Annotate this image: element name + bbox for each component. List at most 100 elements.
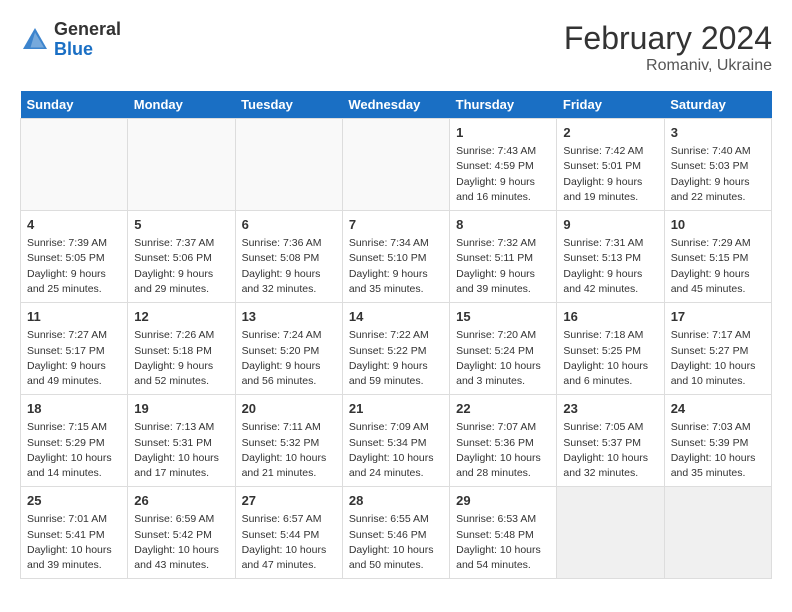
day-info: Sunrise: 7:01 AM Sunset: 5:41 PM Dayligh… [27,512,121,573]
weekday-header: Saturday [664,91,771,119]
calendar-cell: 21 Sunrise: 7:09 AM Sunset: 5:34 PM Dayli… [342,395,449,487]
calendar-cell: 8 Sunrise: 7:32 AM Sunset: 5:11 PM Daylig… [450,211,557,303]
day-info: Sunrise: 7:29 AM Sunset: 5:15 PM Dayligh… [671,236,765,297]
day-number: 20 [242,400,336,418]
page-header: General Blue February 2024 Romaniv, Ukra… [20,20,772,75]
calendar-cell [342,119,449,211]
day-info: Sunrise: 7:05 AM Sunset: 5:37 PM Dayligh… [563,420,657,481]
calendar-cell: 7Sunrise: 7:34 AM Sunset: 5:10 PM Daylig… [342,211,449,303]
day-info: Sunrise: 7:15 AM Sunset: 5:29 PM Dayligh… [27,420,121,481]
day-info: Sunrise: 7:17 AM Sunset: 5:27 PM Dayligh… [671,328,765,389]
calendar-cell [557,487,664,579]
day-info: Sunrise: 7:18 AM Sunset: 5:25 PM Dayligh… [563,328,657,389]
logo-general-text: General [54,19,121,39]
day-number: 3 [671,124,765,142]
day-number: 25 [27,492,121,510]
logo-blue-text: Blue [54,39,93,59]
weekday-header: Sunday [21,91,128,119]
calendar-week-row: 11Sunrise: 7:27 AM Sunset: 5:17 PM Dayli… [21,303,772,395]
calendar-cell: 24 Sunrise: 7:03 AM Sunset: 5:39 PM Dayli… [664,395,771,487]
day-info: Sunrise: 7:09 AM Sunset: 5:34 PM Dayligh… [349,420,443,481]
day-number: 22 [456,400,550,418]
weekday-header-row: SundayMondayTuesdayWednesdayThursdayFrid… [21,91,772,119]
day-info: Sunrise: 7:37 AM Sunset: 5:06 PM Dayligh… [134,236,228,297]
calendar-cell [128,119,235,211]
calendar-cell: 23 Sunrise: 7:05 AM Sunset: 5:37 PM Dayli… [557,395,664,487]
calendar-cell: 3 Sunrise: 7:40 AM Sunset: 5:03 PM Daylig… [664,119,771,211]
day-info: Sunrise: 7:22 AM Sunset: 5:22 PM Dayligh… [349,328,443,389]
weekday-header: Wednesday [342,91,449,119]
logo-icon [20,25,50,55]
day-info: Sunrise: 7:32 AM Sunset: 5:11 PM Dayligh… [456,236,550,297]
weekday-header: Friday [557,91,664,119]
month-title: February 2024 [564,20,772,57]
day-number: 2 [563,124,657,142]
calendar-cell: 5Sunrise: 7:37 AM Sunset: 5:06 PM Daylig… [128,211,235,303]
calendar-table: SundayMondayTuesdayWednesdayThursdayFrid… [20,91,772,579]
day-number: 11 [27,308,121,326]
logo: General Blue [20,20,121,60]
calendar-week-row: 4 Sunrise: 7:39 AM Sunset: 5:05 PM Daylig… [21,211,772,303]
weekday-header: Monday [128,91,235,119]
calendar-cell: 15Sunrise: 7:20 AM Sunset: 5:24 PM Dayli… [450,303,557,395]
day-number: 13 [242,308,336,326]
day-number: 27 [242,492,336,510]
calendar-cell: 20 Sunrise: 7:11 AM Sunset: 5:32 PM Dayli… [235,395,342,487]
calendar-cell [21,119,128,211]
calendar-cell: 12 Sunrise: 7:26 AM Sunset: 5:18 PM Dayli… [128,303,235,395]
day-info: Sunrise: 7:40 AM Sunset: 5:03 PM Dayligh… [671,144,765,205]
day-info: Sunrise: 7:31 AM Sunset: 5:13 PM Dayligh… [563,236,657,297]
calendar-cell: 13 Sunrise: 7:24 AM Sunset: 5:20 PM Dayli… [235,303,342,395]
day-info: Sunrise: 7:26 AM Sunset: 5:18 PM Dayligh… [134,328,228,389]
day-number: 18 [27,400,121,418]
day-number: 14 [349,308,443,326]
calendar-week-row: 1 Sunrise: 7:43 AM Sunset: 4:59 PM Daylig… [21,119,772,211]
day-number: 10 [671,216,765,234]
calendar-cell [664,487,771,579]
day-number: 24 [671,400,765,418]
calendar-week-row: 18 Sunrise: 7:15 AM Sunset: 5:29 PM Dayli… [21,395,772,487]
day-info: Sunrise: 7:07 AM Sunset: 5:36 PM Dayligh… [456,420,550,481]
calendar-cell: 29Sunrise: 6:53 AM Sunset: 5:48 PM Dayli… [450,487,557,579]
day-info: Sunrise: 7:03 AM Sunset: 5:39 PM Dayligh… [671,420,765,481]
calendar-cell: 14 Sunrise: 7:22 AM Sunset: 5:22 PM Dayli… [342,303,449,395]
day-info: Sunrise: 7:20 AM Sunset: 5:24 PM Dayligh… [456,328,550,389]
day-number: 1 [456,124,550,142]
day-number: 8 [456,216,550,234]
day-info: Sunrise: 6:55 AM Sunset: 5:46 PM Dayligh… [349,512,443,573]
location-title: Romaniv, Ukraine [564,57,772,75]
day-number: 21 [349,400,443,418]
calendar-cell: 16Sunrise: 7:18 AM Sunset: 5:25 PM Dayli… [557,303,664,395]
weekday-header: Thursday [450,91,557,119]
day-info: Sunrise: 7:24 AM Sunset: 5:20 PM Dayligh… [242,328,336,389]
day-number: 12 [134,308,228,326]
calendar-cell [235,119,342,211]
calendar-cell: 17 Sunrise: 7:17 AM Sunset: 5:27 PM Dayli… [664,303,771,395]
day-info: Sunrise: 6:59 AM Sunset: 5:42 PM Dayligh… [134,512,228,573]
calendar-cell: 25 Sunrise: 7:01 AM Sunset: 5:41 PM Dayli… [21,487,128,579]
calendar-cell: 28Sunrise: 6:55 AM Sunset: 5:46 PM Dayli… [342,487,449,579]
day-number: 29 [456,492,550,510]
calendar-cell: 26Sunrise: 6:59 AM Sunset: 5:42 PM Dayli… [128,487,235,579]
day-number: 6 [242,216,336,234]
day-info: Sunrise: 7:39 AM Sunset: 5:05 PM Dayligh… [27,236,121,297]
calendar-cell: 18 Sunrise: 7:15 AM Sunset: 5:29 PM Dayli… [21,395,128,487]
day-number: 23 [563,400,657,418]
calendar-cell: 11Sunrise: 7:27 AM Sunset: 5:17 PM Dayli… [21,303,128,395]
day-number: 19 [134,400,228,418]
calendar-cell: 27Sunrise: 6:57 AM Sunset: 5:44 PM Dayli… [235,487,342,579]
day-number: 4 [27,216,121,234]
calendar-cell: 2 Sunrise: 7:42 AM Sunset: 5:01 PM Daylig… [557,119,664,211]
calendar-cell: 6Sunrise: 7:36 AM Sunset: 5:08 PM Daylig… [235,211,342,303]
day-info: Sunrise: 7:42 AM Sunset: 5:01 PM Dayligh… [563,144,657,205]
day-info: Sunrise: 7:43 AM Sunset: 4:59 PM Dayligh… [456,144,550,205]
day-info: Sunrise: 7:13 AM Sunset: 5:31 PM Dayligh… [134,420,228,481]
day-info: Sunrise: 7:11 AM Sunset: 5:32 PM Dayligh… [242,420,336,481]
calendar-cell: 9Sunrise: 7:31 AM Sunset: 5:13 PM Daylig… [557,211,664,303]
weekday-header: Tuesday [235,91,342,119]
calendar-cell: 1 Sunrise: 7:43 AM Sunset: 4:59 PM Daylig… [450,119,557,211]
title-block: February 2024 Romaniv, Ukraine [564,20,772,75]
calendar-cell: 22 Sunrise: 7:07 AM Sunset: 5:36 PM Dayli… [450,395,557,487]
day-number: 17 [671,308,765,326]
calendar-cell: 19 Sunrise: 7:13 AM Sunset: 5:31 PM Dayli… [128,395,235,487]
